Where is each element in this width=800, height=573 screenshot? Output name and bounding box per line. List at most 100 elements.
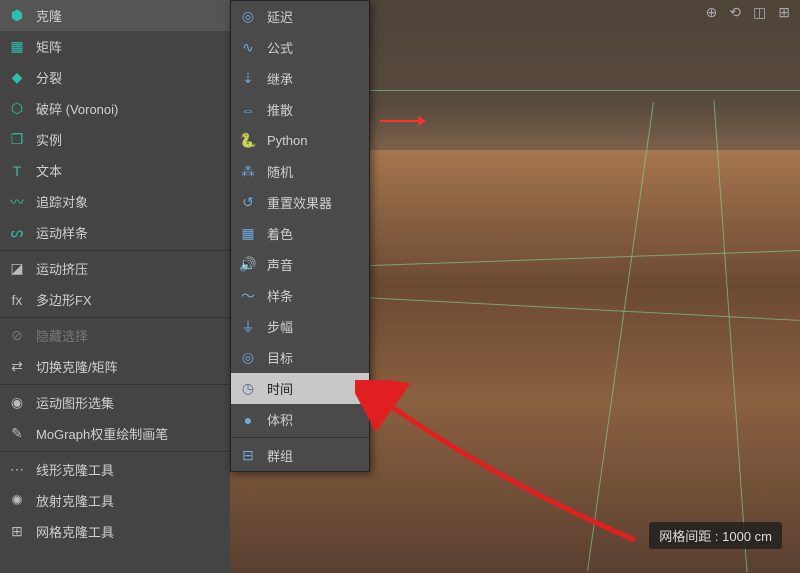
menu-matrix[interactable]: ▦ 矩阵 [0, 31, 230, 62]
menu-label: 切换克隆/矩阵 [36, 357, 118, 376]
time-icon: ◷ [239, 380, 257, 398]
menu-label: 矩阵 [36, 37, 62, 56]
random-icon: ⁂ [239, 163, 257, 181]
menu-label: 运动挤压 [36, 259, 88, 278]
tracer-icon: 〰 [8, 193, 26, 211]
menu-hideselection: ⊘ 隐藏选择 [0, 320, 230, 351]
menu-moextrude[interactable]: ◪ 运动挤压 [0, 253, 230, 284]
effector-formula[interactable]: ∿ 公式 [231, 32, 369, 63]
group-icon: ⊟ [239, 447, 257, 465]
menu-label: 延迟 [267, 7, 293, 26]
effector-target[interactable]: ◎ 目标 [231, 342, 369, 373]
effector-sound[interactable]: 🔊 声音 [231, 249, 369, 280]
step-icon: ⏚ [239, 318, 257, 336]
fracture-icon: ◆ [8, 69, 26, 87]
menu-label: 实例 [36, 130, 62, 149]
menu-moselection[interactable]: ◉ 运动图形选集 [0, 387, 230, 418]
effector-spline[interactable]: 〜 样条 [231, 280, 369, 311]
menu-swap[interactable]: ⇄ 切换克隆/矩阵 [0, 351, 230, 382]
nav-icon-4[interactable]: ⊞ [778, 4, 790, 21]
menu-label: 追踪对象 [36, 192, 88, 211]
menu-instance[interactable]: ❐ 实例 [0, 124, 230, 155]
inherit-icon: ⇣ [239, 70, 257, 88]
menu-label: 线形克隆工具 [36, 460, 114, 479]
menu-label: 运动样条 [36, 223, 88, 242]
separator [0, 451, 230, 452]
weight-icon: ✎ [8, 425, 26, 443]
menu-text[interactable]: T 文本 [0, 155, 230, 186]
menu-label: MoGraph权重绘制画笔 [36, 424, 168, 443]
separator [231, 437, 369, 438]
menu-label: 文本 [36, 161, 62, 180]
menu-label: 步幅 [267, 317, 293, 336]
separator [0, 384, 230, 385]
menu-weightpaint[interactable]: ✎ MoGraph权重绘制画笔 [0, 418, 230, 449]
gridtool-icon: ⊞ [8, 523, 26, 541]
effector-volume[interactable]: ● 体积 [231, 404, 369, 435]
effector-pushapart[interactable]: ⇔ 推散 [231, 94, 369, 125]
menu-label: 破碎 (Voronoi) [36, 99, 118, 118]
menu-label: 公式 [267, 38, 293, 57]
menu-label: 体积 [267, 410, 293, 429]
effector-reeffector[interactable]: ↺ 重置效果器 [231, 187, 369, 218]
effector-submenu: ◎ 延迟 ∿ 公式 ⇣ 继承 ⇔ 推散 🐍 Python ⁂ 随机 ↺ 重置效果… [230, 0, 370, 472]
menu-mospline[interactable]: ᔕ 运动样条 [0, 217, 230, 248]
menu-label: 多边形FX [36, 290, 92, 309]
nav-icon-2[interactable]: ⟲ [729, 4, 741, 21]
nav-icon-3[interactable]: ◫ [753, 4, 766, 21]
grid-line [587, 102, 654, 571]
menu-label: 克隆 [36, 6, 62, 25]
menu-label: 样条 [267, 286, 293, 305]
mospline-icon: ᔕ [8, 224, 26, 242]
sound-icon: 🔊 [239, 256, 257, 274]
menu-polyfx[interactable]: fx 多边形FX [0, 284, 230, 315]
radial-icon: ✺ [8, 492, 26, 510]
effector-time[interactable]: ◷ 时间 [231, 373, 369, 404]
nav-icon-1[interactable]: ⊕ [706, 4, 718, 21]
reset-icon: ↺ [239, 194, 257, 212]
separator [0, 317, 230, 318]
effector-random[interactable]: ⁂ 随机 [231, 156, 369, 187]
polyfx-icon: fx [8, 291, 26, 309]
mograph-menu: ⬢ 克隆 ▦ 矩阵 ◆ 分裂 ⬡ 破碎 (Voronoi) ❐ 实例 T 文本 … [0, 0, 230, 573]
grid-line [714, 101, 748, 573]
formula-icon: ∿ [239, 39, 257, 57]
effector-delay[interactable]: ◎ 延迟 [231, 1, 369, 32]
menu-label: 继承 [267, 69, 293, 88]
text-icon: T [8, 162, 26, 180]
menu-label: 重置效果器 [267, 193, 332, 212]
menu-label: 分裂 [36, 68, 62, 87]
python-icon: 🐍 [239, 132, 257, 150]
effector-python[interactable]: 🐍 Python [231, 125, 369, 156]
axis-x-arrow [380, 120, 420, 122]
delay-icon: ◎ [239, 8, 257, 26]
effector-step[interactable]: ⏚ 步幅 [231, 311, 369, 342]
menu-voronoi[interactable]: ⬡ 破碎 (Voronoi) [0, 93, 230, 124]
menu-clone[interactable]: ⬢ 克隆 [0, 0, 230, 31]
effector-group[interactable]: ⊟ 群组 [231, 440, 369, 471]
menu-lineartool[interactable]: ⋯ 线形克隆工具 [0, 454, 230, 485]
volume-icon: ● [239, 411, 257, 429]
menu-radialtool[interactable]: ✺ 放射克隆工具 [0, 485, 230, 516]
target-icon: ◎ [239, 349, 257, 367]
separator [0, 250, 230, 251]
push-icon: ⇔ [239, 101, 257, 119]
effector-inherit[interactable]: ⇣ 继承 [231, 63, 369, 94]
menu-gridtool[interactable]: ⊞ 网格克隆工具 [0, 516, 230, 547]
menu-label: 时间 [267, 379, 293, 398]
effector-shader[interactable]: ▦ 着色 [231, 218, 369, 249]
menu-label: 推散 [267, 100, 293, 119]
instance-icon: ❐ [8, 131, 26, 149]
menu-label: 着色 [267, 224, 293, 243]
grid-spacing-hud: 网格间距 : 1000 cm [649, 522, 782, 549]
menu-label: 目标 [267, 348, 293, 367]
menu-label: Python [267, 133, 307, 148]
menu-tracer[interactable]: 〰 追踪对象 [0, 186, 230, 217]
menu-fracture[interactable]: ◆ 分裂 [0, 62, 230, 93]
viewport-icons: ⊕ ⟲ ◫ ⊞ [706, 4, 790, 21]
shader-icon: ▦ [239, 225, 257, 243]
menu-label: 运动图形选集 [36, 393, 114, 412]
menu-label: 隐藏选择 [36, 326, 88, 345]
voronoi-icon: ⬡ [8, 100, 26, 118]
spline-icon: 〜 [239, 287, 257, 305]
